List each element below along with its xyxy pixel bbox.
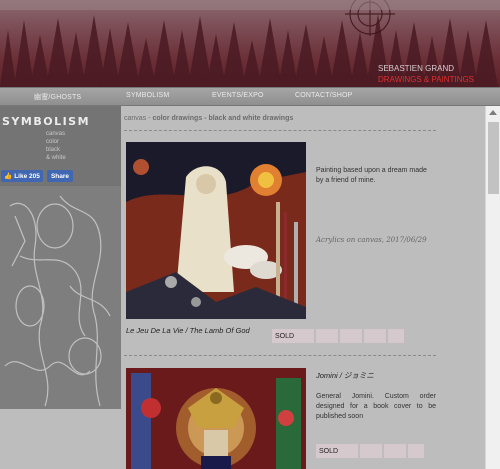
status-cell <box>340 329 362 343</box>
status-cell <box>384 444 406 458</box>
sidebar-link-black[interactable]: black <box>46 146 66 154</box>
sidebar-link-white[interactable]: & white <box>46 154 66 162</box>
main-content: canvas - color drawings - black and whit… <box>121 106 485 469</box>
facebook-thumb-icon: 👍 <box>4 173 13 180</box>
divider <box>124 355 436 356</box>
banner-tagline: DRAWINGS & PAINTINGS <box>378 75 475 84</box>
item-title: Jomini / ジョミニ <box>316 371 374 380</box>
status-cell <box>388 329 404 343</box>
category-canvas[interactable]: canvas <box>124 115 146 122</box>
scrollbar-thumb[interactable] <box>488 122 499 194</box>
scroll-up-arrow-icon[interactable] <box>489 110 497 115</box>
item-description: Painting based upon a dream made by a fr… <box>316 167 427 184</box>
divider <box>124 130 436 131</box>
banner-artist-name: SEBASTIEN GRAND <box>378 64 455 73</box>
item-status-row: SOLD <box>272 329 406 343</box>
status-cell <box>316 329 338 343</box>
painting-image <box>126 368 306 469</box>
nav-item-ghosts[interactable]: 幽霊/GHOSTS <box>34 92 81 102</box>
category-filter: canvas - color drawings - black and whit… <box>124 115 293 122</box>
item-medium-date: Acrylics on canvas, 2017/06/29 <box>316 236 427 244</box>
painting-thumbnail-lamb-of-god[interactable] <box>126 142 306 319</box>
facebook-like-button[interactable]: 👍 Like 205 <box>1 170 43 182</box>
sidebar-title: SYMBOLISM <box>2 115 91 128</box>
status-cell <box>360 444 382 458</box>
nav-item-events[interactable]: EVENTS/EXPO <box>212 92 264 99</box>
painting-image <box>126 142 306 319</box>
item-title: Le Jeu De La Vie / The Lamb Of God <box>126 326 250 335</box>
status-cell <box>364 329 386 343</box>
nav-item-symbolism[interactable]: SYMBOLISM <box>126 92 169 99</box>
sidebar-links: canvas color black & white <box>46 130 66 162</box>
painting-thumbnail-jomini[interactable] <box>126 368 306 469</box>
facebook-like-label: Like 205 <box>14 172 40 180</box>
vertical-scrollbar[interactable] <box>485 106 500 469</box>
main-nav: 幽霊/GHOSTS SYMBOLISM EVENTS/EXPO CONTACT/… <box>0 87 500 106</box>
facebook-share-button[interactable]: Share <box>47 170 73 182</box>
nav-item-contact-shop[interactable]: CONTACT/SHOP <box>295 92 353 99</box>
item-status-row: SOLD <box>316 444 426 458</box>
sold-badge: SOLD <box>272 329 314 343</box>
status-cell <box>408 444 424 458</box>
category-other-links[interactable]: color drawings - black and white drawing… <box>152 115 293 122</box>
forest-banner-illustration <box>0 0 500 87</box>
sidebar-link-canvas[interactable]: canvas <box>46 130 66 138</box>
sidebar: SYMBOLISM canvas color black & white 👍 L… <box>0 106 121 409</box>
sidebar-link-color[interactable]: color <box>46 138 66 146</box>
sold-badge: SOLD <box>316 444 358 458</box>
item-description: General Jomini. Custom order designed fo… <box>316 393 436 420</box>
site-banner: SEBASTIEN GRAND DRAWINGS & PAINTINGS <box>0 0 500 87</box>
category-separator: - <box>148 115 151 122</box>
